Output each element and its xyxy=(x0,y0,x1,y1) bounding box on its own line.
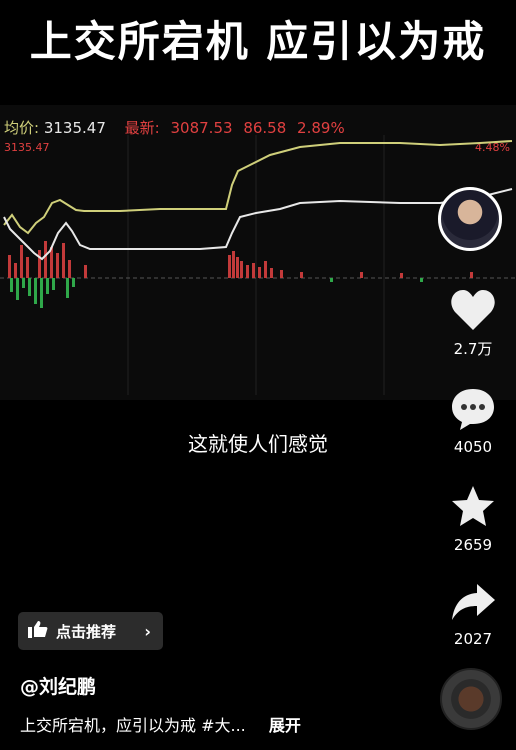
share-arrow-icon xyxy=(452,584,495,620)
recommend-button[interactable]: 点击推荐 › xyxy=(18,612,163,650)
like-button[interactable]: 2.7万 xyxy=(437,288,509,359)
recommend-label: 点击推荐 xyxy=(56,622,117,641)
thumbs-up-icon xyxy=(28,620,48,642)
favorite-count: 2659 xyxy=(453,536,493,554)
share-button[interactable]: 2027 xyxy=(437,580,509,648)
avg-price-line xyxy=(3,140,513,235)
expand-button[interactable]: 展开 xyxy=(269,716,301,735)
video-description: 上交所宕机，应引以为戒 #大... 展开 xyxy=(20,712,301,736)
comment-button[interactable]: 4050 xyxy=(437,386,509,456)
last-price-line xyxy=(3,188,513,261)
share-count: 2027 xyxy=(453,630,493,648)
heart-icon xyxy=(451,290,495,330)
volume-bars-up xyxy=(8,241,473,278)
star-icon xyxy=(452,486,494,526)
comment-count: 4050 xyxy=(453,438,493,456)
volume-bars-down xyxy=(10,278,423,308)
comment-icon xyxy=(452,389,494,430)
chevron-right-icon: › xyxy=(144,621,151,641)
author-avatar[interactable] xyxy=(438,187,502,251)
description-text: 上交所宕机，应引以为戒 #大... xyxy=(20,716,246,735)
author-name[interactable]: @刘纪鹏 xyxy=(20,672,96,699)
like-count: 2.7万 xyxy=(453,340,493,358)
music-disc-icon[interactable] xyxy=(440,668,502,730)
video-title: 上交所宕机 应引以为戒 xyxy=(29,17,487,66)
favorite-button[interactable]: 2659 xyxy=(437,484,509,554)
